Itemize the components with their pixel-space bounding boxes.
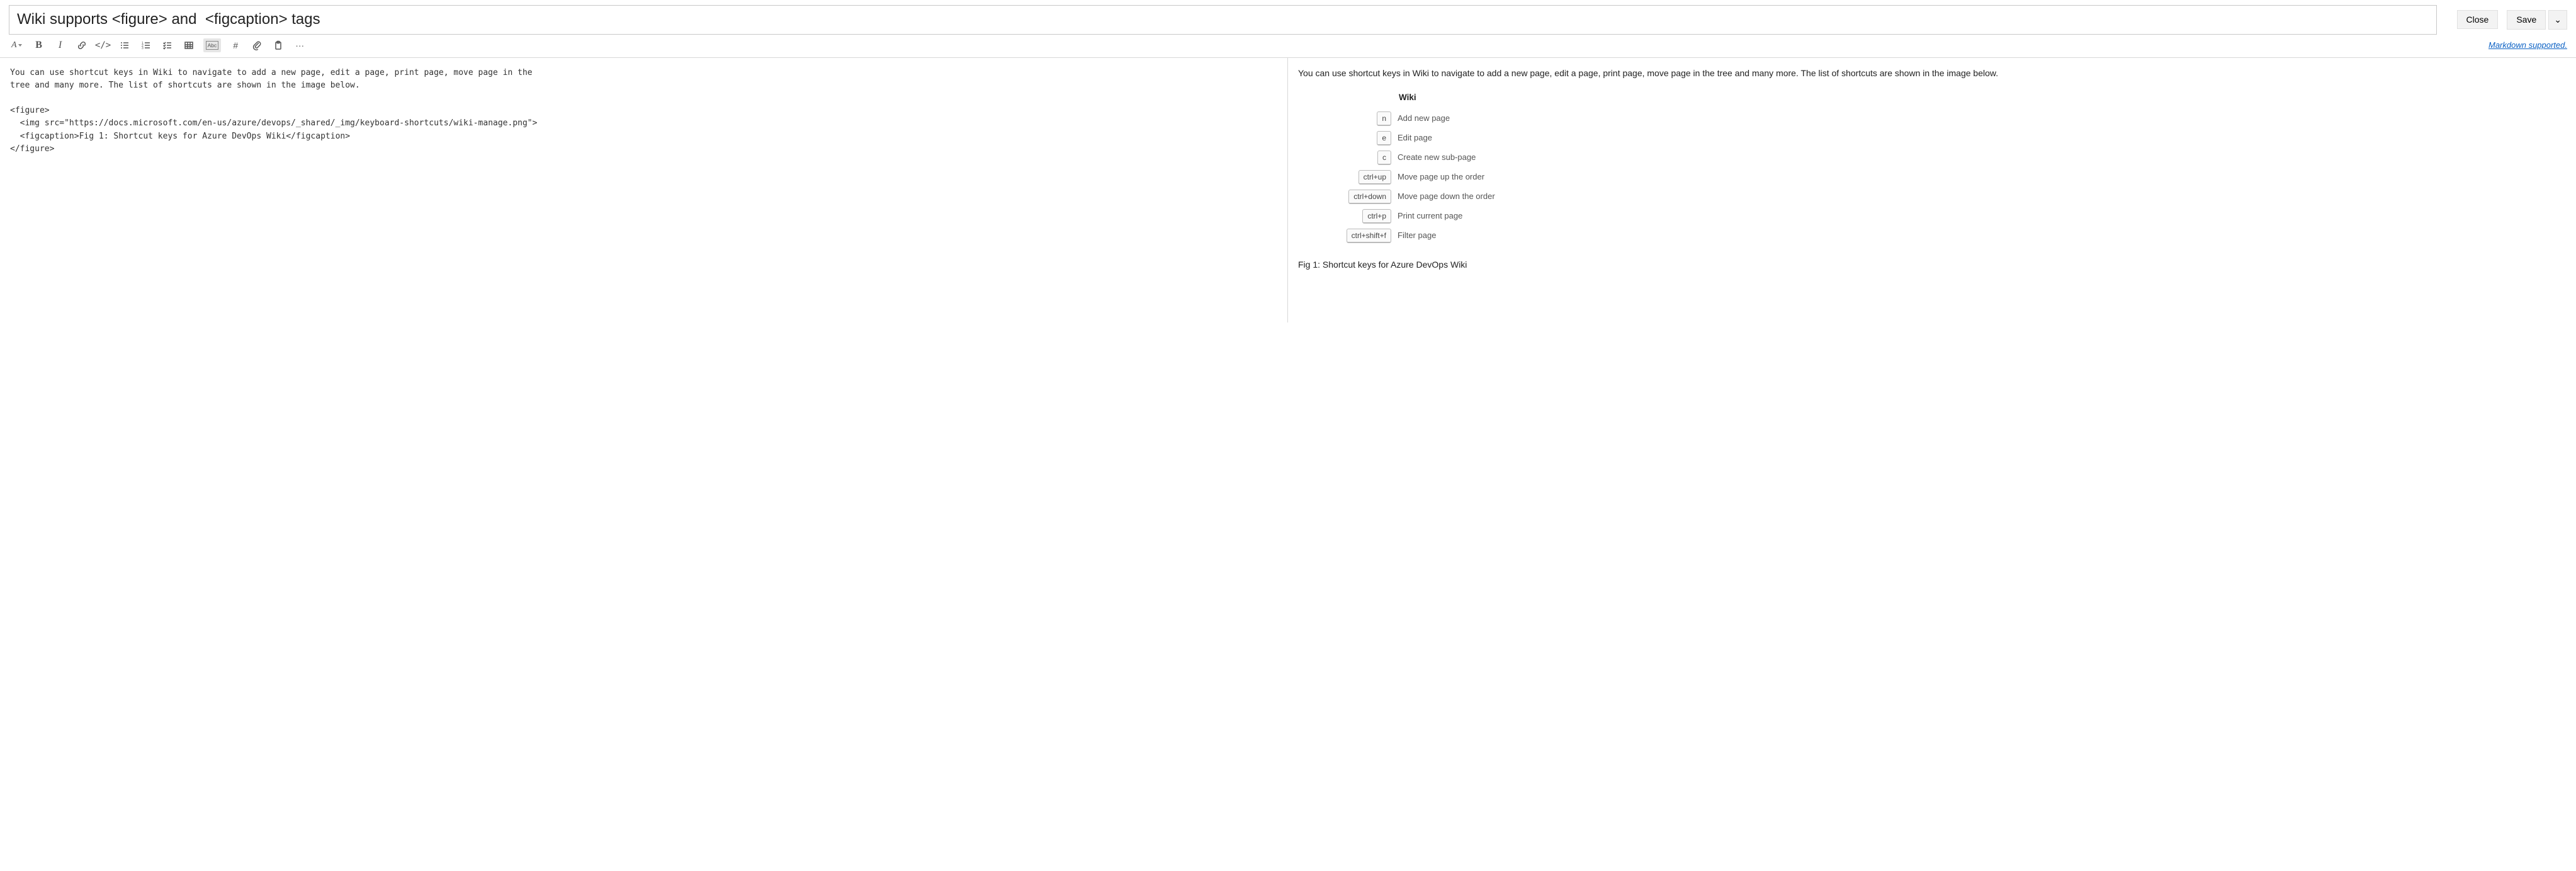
shortcut-key: ctrl+p xyxy=(1362,209,1391,224)
split-pane: You can use shortcut keys in Wiki to nav… xyxy=(0,58,2576,322)
shortcut-row: n Add new page xyxy=(1330,111,1531,126)
heading-button[interactable]: # xyxy=(229,38,242,52)
shortcut-key-col: ctrl+down xyxy=(1330,190,1398,204)
preview-paragraph: You can use shortcut keys in Wiki to nav… xyxy=(1298,67,2566,80)
shortcut-desc: Create new sub-page xyxy=(1398,151,1531,164)
list-number-icon: 1 2 3 xyxy=(141,40,151,50)
save-dropdown-button[interactable]: ⌄ xyxy=(2548,10,2567,30)
italic-button[interactable]: I xyxy=(54,38,67,52)
shortcut-key: ctrl+down xyxy=(1348,190,1391,204)
save-button-group: Save ⌄ xyxy=(2504,10,2567,30)
bulleted-list-button[interactable] xyxy=(118,38,132,52)
checklist-button[interactable] xyxy=(161,38,174,52)
markdown-supported-link[interactable]: Markdown supported. xyxy=(2488,40,2567,50)
shortcut-row: ctrl+shift+f Filter page xyxy=(1330,229,1531,243)
preview-pane: You can use shortcut keys in Wiki to nav… xyxy=(1288,58,2576,322)
link-button[interactable] xyxy=(75,38,89,52)
chevron-down-icon xyxy=(18,44,22,47)
shortcut-key-col: ctrl+up xyxy=(1330,170,1398,185)
shortcut-desc: Print current page xyxy=(1398,209,1531,222)
shortcut-key: e xyxy=(1377,131,1391,145)
numbered-list-button[interactable]: 1 2 3 xyxy=(139,38,153,52)
wiki-edit-app: Close Save ⌄ A B I </> xyxy=(0,0,2576,322)
code-button[interactable]: </> xyxy=(96,38,110,52)
page-title-input[interactable] xyxy=(9,5,2437,35)
shortcut-panel-title: Wiki xyxy=(1399,91,1531,104)
shortcut-key: ctrl+shift+f xyxy=(1347,229,1391,243)
shortcut-key: ctrl+up xyxy=(1359,170,1391,185)
shortcut-key-col: ctrl+shift+f xyxy=(1330,229,1398,243)
table-button[interactable] xyxy=(182,38,196,52)
shortcut-figure: Wiki n Add new page e Edit page c Create new … xyxy=(1330,91,1531,243)
list-bullet-icon xyxy=(120,40,130,50)
format-toolbar: A B I </> 1 xyxy=(9,38,307,52)
list-check-icon xyxy=(162,40,172,50)
table-icon xyxy=(184,40,194,50)
font-color-icon: A xyxy=(11,40,17,50)
bold-button[interactable]: B xyxy=(32,38,46,52)
shortcut-row: ctrl+down Move page down the order xyxy=(1330,190,1531,204)
toolbar-row: A B I </> 1 xyxy=(0,36,2576,58)
shortcut-key-col: n xyxy=(1330,111,1398,126)
shortcut-row: c Create new sub-page xyxy=(1330,151,1531,165)
link-icon xyxy=(77,40,87,50)
more-button[interactable]: ··· xyxy=(293,38,307,52)
shortcut-row: ctrl+up Move page up the order xyxy=(1330,170,1531,185)
shortcut-key-col: c xyxy=(1330,151,1398,165)
shortcut-desc: Edit page xyxy=(1398,131,1531,144)
paste-button[interactable] xyxy=(271,38,285,52)
svg-text:3: 3 xyxy=(142,47,144,50)
font-color-button[interactable]: A xyxy=(9,38,25,52)
shortcut-desc: Add new page xyxy=(1398,111,1531,125)
chevron-down-icon: ⌄ xyxy=(2554,14,2562,25)
clipboard-icon xyxy=(273,40,283,50)
shortcut-desc: Move page down the order xyxy=(1398,190,1531,203)
mention-abc-button[interactable]: Abc xyxy=(203,38,222,52)
shortcut-key: c xyxy=(1377,151,1391,165)
shortcut-desc: Filter page xyxy=(1398,229,1531,242)
save-button[interactable]: Save xyxy=(2507,10,2546,30)
shortcut-row: ctrl+p Print current page xyxy=(1330,209,1531,224)
shortcut-key-col: e xyxy=(1330,131,1398,145)
attach-button[interactable] xyxy=(250,38,264,52)
shortcut-key-col: ctrl+p xyxy=(1330,209,1398,224)
shortcut-key: n xyxy=(1377,111,1391,126)
shortcut-row: e Edit page xyxy=(1330,131,1531,145)
markdown-editor[interactable]: You can use shortcut keys in Wiki to nav… xyxy=(0,58,1288,322)
figure-caption: Fig 1: Shortcut keys for Azure DevOps Wi… xyxy=(1298,258,2566,271)
shortcut-desc: Move page up the order xyxy=(1398,170,1531,183)
view-options-button[interactable] xyxy=(2443,9,2451,30)
header-bar: Close Save ⌄ xyxy=(0,0,2576,36)
paperclip-icon xyxy=(252,40,262,50)
shortcut-list: n Add new page e Edit page c Create new sub-p… xyxy=(1330,111,1531,243)
close-button[interactable]: Close xyxy=(2457,10,2499,29)
abc-icon: Abc xyxy=(206,41,219,50)
